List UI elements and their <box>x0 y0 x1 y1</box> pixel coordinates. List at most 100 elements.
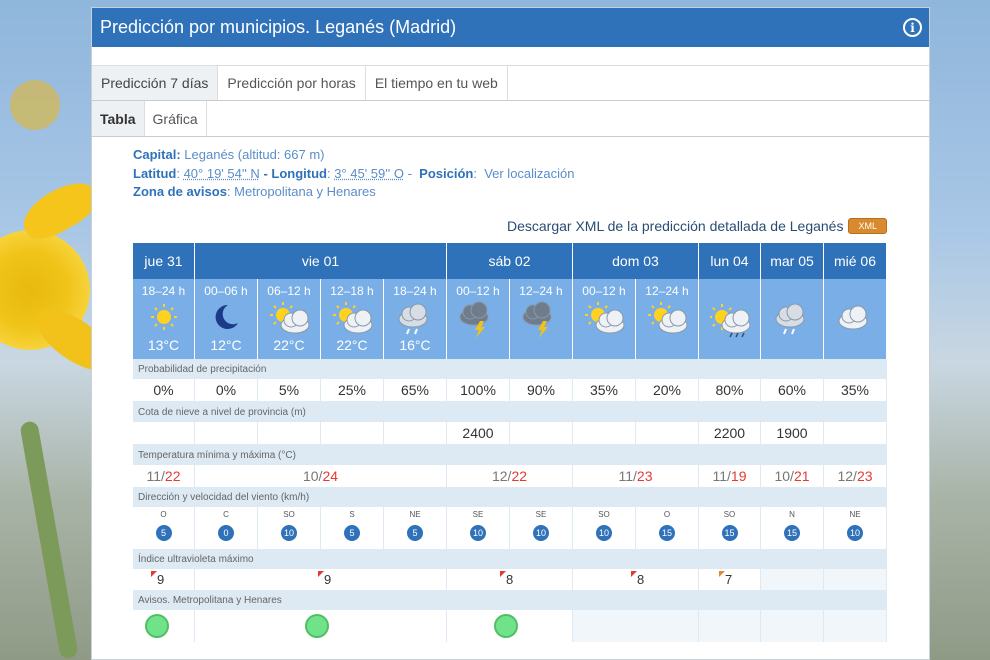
uv-cell: 9 <box>133 569 195 590</box>
capital-label: Capital: <box>133 147 181 162</box>
period-cell: 18–24 h 13°C <box>133 279 195 359</box>
period-label: 06–12 h <box>267 284 311 298</box>
period-cell <box>761 279 824 359</box>
subtab-chart[interactable]: Gráfica <box>145 101 207 136</box>
temp-min: 11 <box>146 468 162 484</box>
temp-max: 24 <box>322 468 339 484</box>
period-cell: 00–12 h <box>447 279 510 359</box>
day-header[interactable]: jue 31 <box>133 243 195 279</box>
forecast-panel: Predicción por municipios. Leganés (Madr… <box>91 7 930 660</box>
wind-speed: 15 <box>784 525 800 541</box>
day-header[interactable]: dom 03 <box>573 243 699 279</box>
snow-cell <box>824 422 887 445</box>
uv-value: 8 <box>506 572 514 587</box>
alerts-row <box>133 610 887 642</box>
uv-value: 9 <box>157 572 165 587</box>
period-temp: 16°C <box>399 337 431 353</box>
temp-max: 23 <box>856 468 873 484</box>
day-header[interactable]: sáb 02 <box>447 243 573 279</box>
sub-tabs: Tabla Gráfica <box>92 101 929 137</box>
period-label: 00–12 h <box>456 284 500 298</box>
wind-speed: 15 <box>721 525 738 541</box>
latitude-value: 40° 19' 54'' N <box>183 165 260 181</box>
period-temp: 12°C <box>210 337 242 353</box>
background-flower-bud <box>10 80 60 130</box>
snow-cell <box>636 422 699 445</box>
snow-cell <box>133 422 195 445</box>
wind-cell: SE 10 <box>510 507 573 549</box>
position-label: Posición <box>419 165 474 181</box>
wind-speed: 0 <box>218 525 234 541</box>
page-title: Predicción por municipios. Leganés (Madr… <box>100 17 457 37</box>
period-cell: 00–12 h <box>573 279 636 359</box>
temp-max: 22 <box>164 468 181 484</box>
day-header[interactable]: vie 01 <box>195 243 447 279</box>
uv-cell: 8 <box>573 569 699 590</box>
precip-cell: 5% <box>258 379 321 402</box>
period-temp: 22°C <box>336 337 368 353</box>
wind-direction: SO <box>723 510 736 519</box>
day-header[interactable]: lun 04 <box>699 243 761 279</box>
temp-max: 22 <box>511 468 528 484</box>
uv-value: 8 <box>637 572 645 587</box>
alert-cell <box>824 610 887 642</box>
uv-cell <box>824 569 887 590</box>
alert-cell <box>195 610 447 642</box>
temp-min: 10 <box>774 468 791 484</box>
temp-cell: 11 / 19 <box>699 465 761 487</box>
snow-cell <box>258 422 321 445</box>
section-precip: Probabilidad de precipitación <box>133 359 887 379</box>
tab-web-widget[interactable]: El tiempo en tu web <box>366 66 508 100</box>
wind-cell: O5 <box>133 507 195 549</box>
view-location-link[interactable]: Ver localización <box>484 166 574 181</box>
download-xml: Descargar XML de la predicción detallada… <box>507 218 887 234</box>
precip-cell: 65% <box>384 379 447 402</box>
tab-7-days[interactable]: Predicción 7 días <box>92 66 219 100</box>
section-temp: Temperatura mínima y máxima (°C) <box>133 445 887 465</box>
precip-cell: 35% <box>573 379 636 402</box>
days-header-row: jue 31 vie 01 sáb 02 dom 03 lun 04 mar 05 mié … <box>133 243 887 279</box>
precip-cell: 0% <box>133 379 195 402</box>
tab-hourly[interactable]: Predicción por horas <box>218 66 366 100</box>
wind-direction: SO <box>283 510 295 519</box>
download-xml-link[interactable]: Descargar XML de la predicción detallada… <box>507 218 843 234</box>
snow-cell: 2200 <box>699 422 761 445</box>
snow-cell <box>384 422 447 445</box>
alert-green-dot[interactable] <box>145 614 169 638</box>
day-header[interactable]: mar 05 <box>761 243 824 279</box>
subtab-table[interactable]: Tabla <box>92 101 145 136</box>
uv-cell: 7 <box>699 569 761 590</box>
wind-direction: O <box>663 510 671 519</box>
alert-green-dot[interactable] <box>305 614 329 638</box>
location-info: Capital: Leganés (altitud: 667 m) Latitu… <box>133 147 575 199</box>
wind-cell: SO 10 <box>258 507 321 549</box>
snow-cell <box>195 422 258 445</box>
alert-cell <box>133 610 195 642</box>
temp-min: 11 <box>618 468 634 484</box>
wind-direction: SE <box>535 510 547 519</box>
snow-cell: 1900 <box>761 422 824 445</box>
period-label: 18–24 h <box>393 284 437 298</box>
wind-cell: O 15 <box>636 507 699 549</box>
period-label: 00–12 h <box>582 284 626 298</box>
temp-min: 12 <box>837 468 854 484</box>
wind-cell: C0 <box>195 507 258 549</box>
day-header[interactable]: mié 06 <box>824 243 887 279</box>
alert-green-dot[interactable] <box>494 614 518 638</box>
temp-row: 11 / 22 10 / 24 12 / 22 11 / 23 11 / 19 10 / … <box>133 465 887 487</box>
section-uv: Índice ultravioleta máximo <box>133 549 887 569</box>
info-icon[interactable]: i <box>903 18 922 37</box>
precip-cell: 0% <box>195 379 258 402</box>
wind-speed: 10 <box>847 525 863 541</box>
precip-cell: 80% <box>699 379 761 402</box>
precip-row: 0% 0% 5% 25% 65% 100% 90% 35% 20% 80% 60% 35% <box>133 379 887 402</box>
xml-badge[interactable]: XML <box>848 218 887 234</box>
period-label: 00–06 h <box>204 284 248 298</box>
snow-cell <box>321 422 384 445</box>
period-cell: 00–06 h 12°C <box>195 279 258 359</box>
uv-cell <box>761 569 824 590</box>
period-cell: 18–24 h 16°C <box>384 279 447 359</box>
period-temp: 22°C <box>273 337 305 353</box>
periods-row: 18–24 h 13°C 00–06 h 12°C 06–12 h 22°C 12–18 h… <box>133 279 887 359</box>
wind-direction: SE <box>472 510 484 519</box>
